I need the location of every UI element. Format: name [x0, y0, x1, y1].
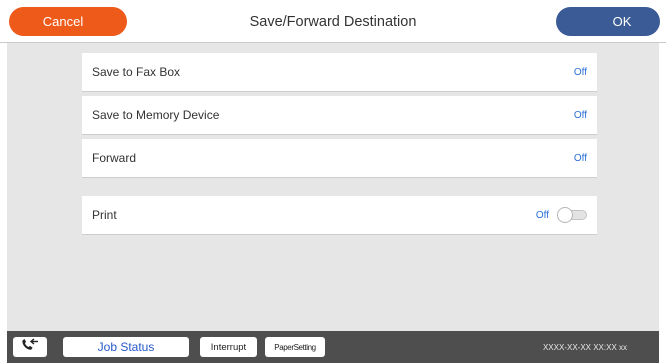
forward-row[interactable]: Forward Off	[82, 139, 597, 178]
settings-panel: Save to Fax Box Off Save to Memory Devic…	[7, 43, 659, 331]
header-bar: Cancel Save/Forward Destination OK	[0, 0, 666, 43]
toggle-knob	[557, 207, 573, 223]
paper-setting-button[interactable]: PaperSetting	[265, 337, 325, 357]
setting-value: Off	[573, 66, 587, 78]
setting-label: Forward	[92, 151, 137, 165]
ok-button[interactable]: OK	[556, 7, 660, 36]
setting-value: Off	[573, 152, 587, 164]
setting-label: Save to Fax Box	[92, 65, 181, 79]
cancel-button[interactable]: Cancel	[9, 7, 127, 36]
setting-value: Off	[573, 109, 587, 121]
setting-value: Off	[535, 209, 549, 221]
print-toggle[interactable]	[557, 207, 589, 223]
datetime-display: XXXX-XX-XX XX:XX xx	[542, 342, 627, 352]
save-to-memory-device-row[interactable]: Save to Memory Device Off	[82, 96, 597, 135]
footer-bar: Job Status Interrupt PaperSetting XXXX-X…	[7, 331, 659, 363]
save-to-fax-box-row[interactable]: Save to Fax Box Off	[82, 53, 597, 92]
print-row[interactable]: Print Off	[82, 196, 597, 235]
setting-label: Save to Memory Device	[92, 108, 220, 122]
job-status-button[interactable]: Job Status	[63, 337, 189, 357]
page-title: Save/Forward Destination	[249, 13, 417, 30]
fax-button[interactable]	[13, 337, 47, 357]
fax-icon	[20, 337, 40, 357]
interrupt-button[interactable]: Interrupt	[200, 337, 257, 357]
setting-label: Print	[92, 208, 117, 222]
